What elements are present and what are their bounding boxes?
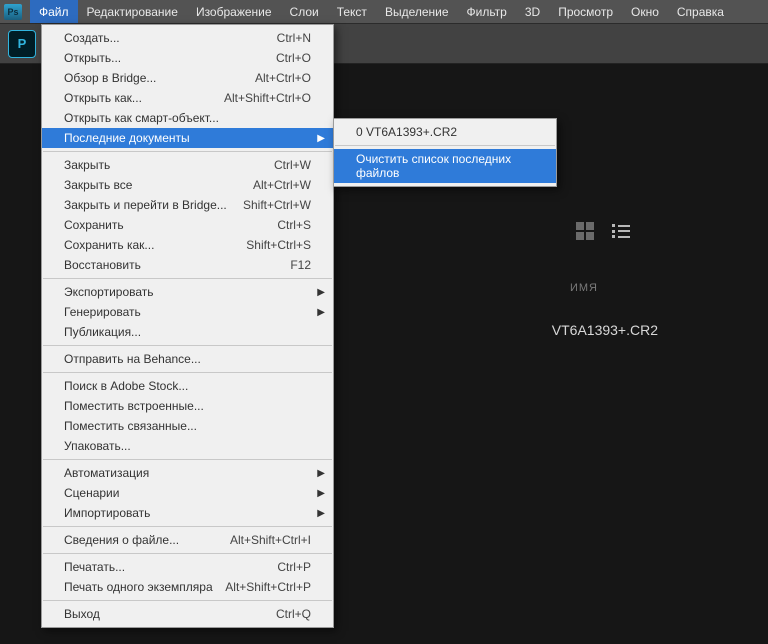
menu-item[interactable]: Экспортировать▶: [42, 282, 333, 302]
menu-item[interactable]: Упаковать...: [42, 436, 333, 456]
menubar: Ps ФайлРедактированиеИзображениеСлоиТекс…: [0, 0, 768, 24]
menu-item[interactable]: Закрыть и перейти в Bridge...Shift+Ctrl+…: [42, 195, 333, 215]
menubar-item-изображение[interactable]: Изображение: [187, 0, 281, 23]
menu-item[interactable]: Импортировать▶: [42, 503, 333, 523]
menubar-item-фильтр[interactable]: Фильтр: [458, 0, 516, 23]
menu-separator: [335, 145, 555, 146]
menu-item[interactable]: Автоматизация▶: [42, 463, 333, 483]
view-switch: [576, 222, 630, 240]
chevron-right-icon: ▶: [317, 287, 325, 298]
menu-item[interactable]: Отправить на Behance...: [42, 349, 333, 369]
menu-item[interactable]: Публикация...: [42, 322, 333, 342]
menubar-item-редактирование[interactable]: Редактирование: [78, 0, 187, 23]
list-view-icon[interactable]: [612, 224, 630, 238]
file-menu-dropdown: Создать...Ctrl+NОткрыть...Ctrl+OОбзор в …: [41, 24, 334, 628]
menu-item[interactable]: Обзор в Bridge...Alt+Ctrl+O: [42, 68, 333, 88]
menubar-item-слои[interactable]: Слои: [281, 0, 328, 23]
chevron-right-icon: ▶: [317, 508, 325, 519]
menu-item[interactable]: Создать...Ctrl+N: [42, 28, 333, 48]
ps-logo-icon: P: [8, 30, 36, 58]
submenu-item[interactable]: 0 VT6A1393+.CR2: [334, 122, 556, 142]
menu-item[interactable]: Генерировать▶: [42, 302, 333, 322]
menu-item[interactable]: ВосстановитьF12: [42, 255, 333, 275]
menu-item[interactable]: Открыть как смарт-объект...: [42, 108, 333, 128]
menu-item[interactable]: Сохранить как...Shift+Ctrl+S: [42, 235, 333, 255]
recent-documents-submenu: 0 VT6A1393+.CR2 Очистить список последних…: [333, 118, 557, 187]
chevron-right-icon: ▶: [317, 307, 325, 318]
menu-item[interactable]: Поместить встроенные...: [42, 396, 333, 416]
menu-item[interactable]: ВыходCtrl+Q: [42, 604, 333, 624]
menu-separator: [43, 372, 332, 373]
menu-item[interactable]: Печать одного экземпляраAlt+Shift+Ctrl+P: [42, 577, 333, 597]
menu-separator: [43, 553, 332, 554]
submenu-item[interactable]: Очистить список последних файлов: [334, 149, 556, 183]
menubar-item-файл[interactable]: Файл: [30, 0, 78, 23]
menubar-item-выделение[interactable]: Выделение: [376, 0, 458, 23]
menu-separator: [43, 600, 332, 601]
column-header-name: ИМЯ: [570, 282, 598, 294]
menu-item[interactable]: Сценарии▶: [42, 483, 333, 503]
menu-item[interactable]: Открыть как...Alt+Shift+Ctrl+O: [42, 88, 333, 108]
menu-separator: [43, 526, 332, 527]
menu-item[interactable]: Печатать...Ctrl+P: [42, 557, 333, 577]
grid-view-icon[interactable]: [576, 222, 594, 240]
menu-item[interactable]: Последние документы▶: [42, 128, 333, 148]
menubar-item-окно[interactable]: Окно: [622, 0, 668, 23]
menu-item[interactable]: Сведения о файле...Alt+Shift+Ctrl+I: [42, 530, 333, 550]
menu-item[interactable]: Поиск в Adobe Stock...: [42, 376, 333, 396]
menu-item[interactable]: Поместить связанные...: [42, 416, 333, 436]
chevron-right-icon: ▶: [317, 468, 325, 479]
recent-file-entry[interactable]: VT6A1393+.CR2: [552, 322, 658, 338]
chevron-right-icon: ▶: [317, 133, 325, 144]
menu-separator: [43, 151, 332, 152]
menubar-item-просмотр[interactable]: Просмотр: [549, 0, 622, 23]
menu-separator: [43, 278, 332, 279]
menubar-item-3d[interactable]: 3D: [516, 0, 549, 23]
menu-item[interactable]: Закрыть всеAlt+Ctrl+W: [42, 175, 333, 195]
menu-item[interactable]: СохранитьCtrl+S: [42, 215, 333, 235]
menu-separator: [43, 459, 332, 460]
chevron-right-icon: ▶: [317, 488, 325, 499]
menu-separator: [43, 345, 332, 346]
ps-badge-icon: Ps: [4, 4, 22, 20]
menubar-item-текст[interactable]: Текст: [328, 0, 376, 23]
menu-item[interactable]: Открыть...Ctrl+O: [42, 48, 333, 68]
menu-item[interactable]: ЗакрытьCtrl+W: [42, 155, 333, 175]
menubar-item-справка[interactable]: Справка: [668, 0, 733, 23]
